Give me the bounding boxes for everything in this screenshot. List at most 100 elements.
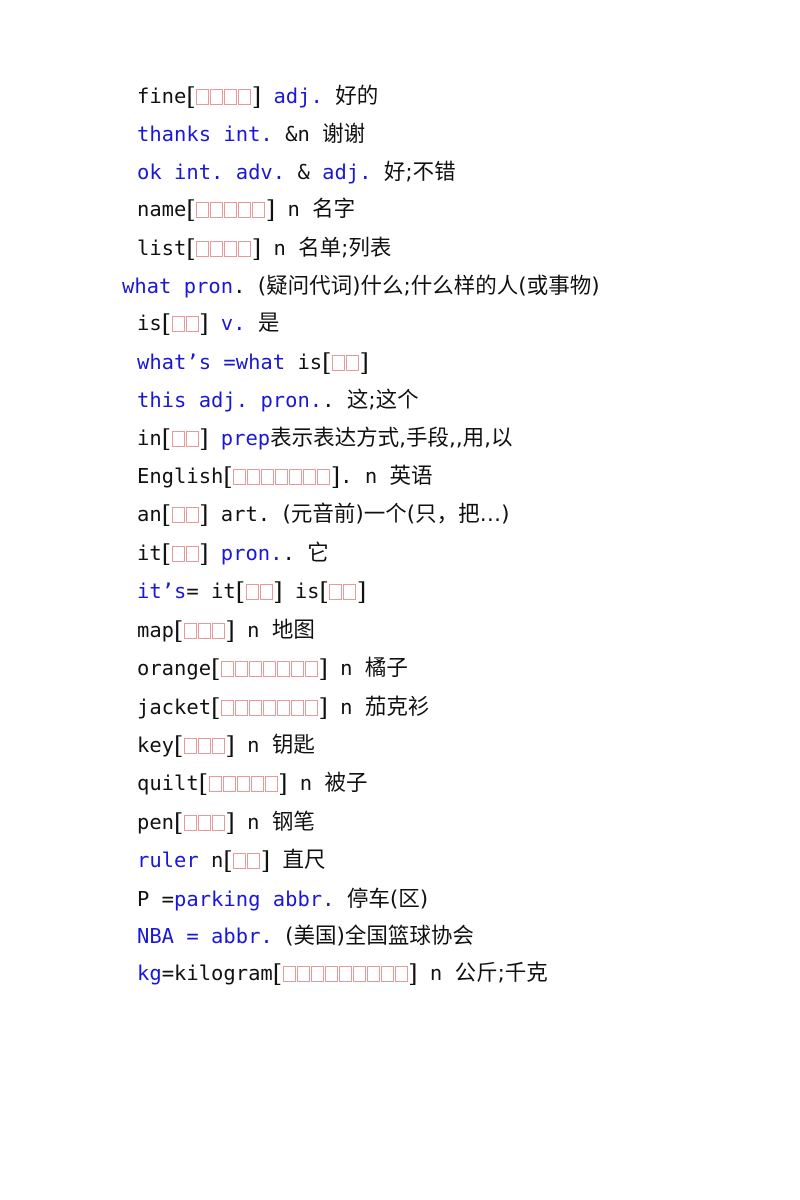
missing-glyph-box	[224, 240, 238, 257]
chinese-definition: (疑问代词)什么;什么样的人(或事物)	[257, 274, 600, 300]
missing-glyph-box	[233, 469, 247, 486]
missing-glyph-box	[352, 966, 366, 983]
vocabulary-word-list: fine[] adj. 好的 thanks int. &n 谢谢 ok int. a…	[95, 78, 740, 994]
missing-glyph-box	[250, 776, 264, 793]
missing-glyph-box	[248, 699, 262, 716]
chinese-definition: 表示表达方式,手段,,用,以	[270, 425, 513, 451]
english-term: an	[137, 502, 162, 527]
english-term: pron.	[260, 388, 323, 413]
english-term: key	[137, 732, 175, 757]
missing-glyph-box	[247, 469, 261, 486]
english-term: n	[327, 656, 365, 681]
missing-glyph-box	[185, 430, 199, 447]
bracket-open: [	[161, 424, 172, 453]
english-term: NBA = abbr.	[137, 923, 273, 948]
chinese-definition: (美国)全国篮球协会	[285, 923, 474, 949]
english-term: n	[261, 235, 299, 260]
english-term: &	[285, 159, 323, 184]
phonetic-transcription: []	[186, 83, 261, 111]
chinese-definition: 钢笔	[271, 809, 315, 835]
english-term: map	[137, 617, 175, 642]
english-term: v.	[220, 311, 246, 336]
english-term: ok int. adv.	[137, 159, 286, 184]
word-entry: list[] n 名单;列表	[95, 230, 740, 268]
english-term	[208, 541, 220, 565]
english-term: n	[198, 848, 224, 873]
english-term	[372, 160, 384, 184]
word-entry: fine[] adj. 好的	[95, 78, 740, 116]
missing-glyph-box	[394, 966, 408, 983]
chinese-definition: 公斤;千克	[454, 961, 548, 987]
bracket-open: [	[161, 501, 172, 530]
chinese-definition: 它	[307, 540, 329, 566]
missing-glyph-box	[171, 545, 185, 562]
english-term: jacket	[137, 694, 212, 719]
missing-glyph-box	[220, 699, 234, 716]
word-entry: name[] n 名字	[95, 191, 740, 229]
word-entry: what pron. (疑问代词)什么;什么样的人(或事物)	[95, 268, 740, 305]
missing-glyph-box	[366, 966, 380, 983]
bracket-close: ]	[318, 693, 328, 722]
chinese-definition: 英语	[389, 464, 433, 490]
english-term: n	[234, 732, 272, 757]
phonetic-transcription: []	[186, 234, 261, 263]
chinese-definition: 这;这个	[346, 388, 419, 414]
english-term	[208, 311, 220, 335]
english-term: n	[234, 809, 272, 834]
missing-glyph-box	[171, 316, 185, 333]
english-term: .	[322, 388, 347, 413]
missing-glyph-box	[211, 814, 225, 831]
word-entry: NBA = abbr. (美国)全国篮球协会	[95, 918, 740, 955]
word-entry: is[] v. 是	[95, 305, 740, 343]
word-entry: pen[] n 钢笔	[95, 804, 740, 842]
missing-glyph-box	[222, 776, 236, 793]
bracket-open: [	[174, 731, 184, 760]
english-term	[248, 388, 260, 412]
bracket-open: [	[272, 960, 283, 989]
english-term: parking abbr.	[174, 886, 335, 911]
english-term	[334, 887, 346, 911]
missing-glyph-box	[196, 89, 210, 105]
bracket-open: [	[174, 616, 184, 645]
missing-glyph-box	[346, 354, 360, 371]
bracket-open: [	[186, 196, 196, 225]
missing-glyph-box	[183, 814, 197, 831]
bracket-close: ]	[225, 731, 235, 760]
english-term: adj.	[322, 159, 372, 184]
english-term: n	[234, 617, 272, 642]
missing-glyph-box	[380, 966, 394, 983]
missing-glyph-box	[317, 469, 331, 486]
missing-glyph-box	[259, 584, 273, 601]
missing-glyph-box	[238, 202, 252, 219]
english-term: this adj.	[137, 388, 249, 413]
bracket-open: [	[186, 234, 196, 263]
chinese-definition: 钥匙	[271, 732, 315, 758]
missing-glyph-box	[183, 737, 197, 754]
english-term: P =	[137, 886, 175, 911]
phonetic-transcription: []	[174, 809, 235, 837]
missing-glyph-box	[183, 622, 197, 639]
english-term: fine	[137, 84, 187, 108]
word-entry: map[] n 地图	[95, 612, 740, 650]
word-entry: an[] art. (元音前)一个(只，把…)	[95, 496, 740, 534]
missing-glyph-box	[210, 89, 224, 105]
word-entry: it[] pron.. 它	[95, 535, 740, 573]
english-term: name	[137, 197, 187, 222]
english-term: kg	[137, 961, 162, 986]
missing-glyph-box	[208, 776, 222, 793]
phonetic-transcription: []	[174, 731, 235, 760]
english-term: pen	[137, 809, 175, 834]
missing-glyph-box	[248, 661, 262, 678]
phonetic-transcription: []	[162, 310, 209, 338]
bracket-open: [	[186, 83, 196, 111]
bracket-open: [	[223, 463, 233, 492]
missing-glyph-box	[196, 202, 210, 219]
word-entry: ok int. adv. & adj. 好;不错	[95, 154, 740, 191]
phonetic-transcription: []	[186, 196, 275, 225]
missing-glyph-box	[290, 661, 304, 678]
missing-glyph-box	[196, 240, 210, 257]
chinese-definition: (元音前)一个(只，把…)	[282, 502, 510, 528]
missing-glyph-box	[310, 966, 324, 983]
missing-glyph-box	[303, 469, 317, 486]
missing-glyph-box	[289, 469, 303, 486]
